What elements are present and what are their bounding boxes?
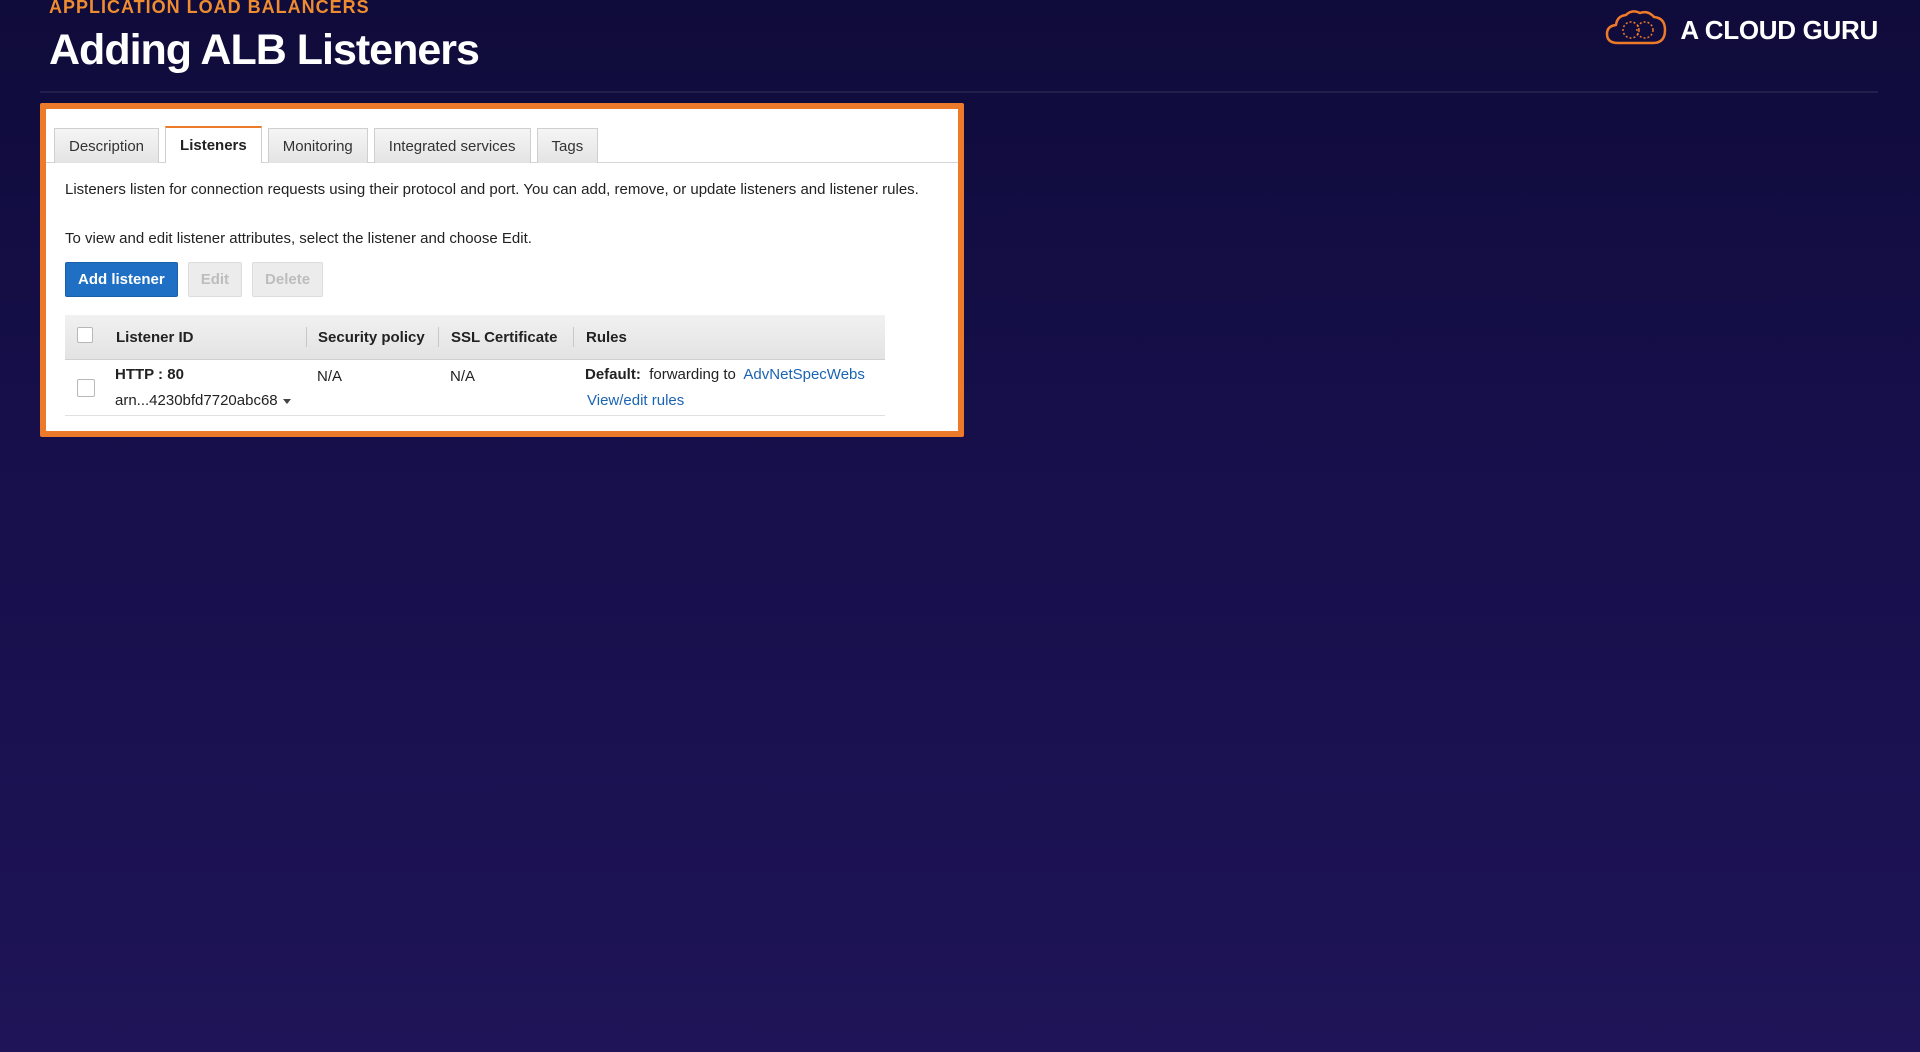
page-title: Adding ALB Listeners [49,26,480,74]
column-separator [306,327,307,347]
column-ssl-certificate[interactable]: SSL Certificate [451,315,557,359]
rules-default: Default: forwarding to AdvNetSpecWebs [585,366,865,383]
tab-listeners[interactable]: Listeners [165,126,262,163]
target-group-link[interactable]: AdvNetSpecWebs [743,366,864,383]
column-security-policy[interactable]: Security policy [318,315,425,359]
security-policy-value: N/A [317,368,343,385]
select-all-checkbox[interactable] [77,327,93,343]
listeners-instructions: To view and edit listener attributes, se… [65,230,532,247]
action-buttons: Add listener Edit Delete [65,262,324,297]
delete-button[interactable]: Delete [252,262,324,297]
eyebrow-label: APPLICATION LOAD BALANCERS [49,0,370,17]
add-listener-button[interactable]: Add listener [65,262,178,297]
column-rules[interactable]: Rules [586,315,627,359]
column-separator [438,327,439,347]
listeners-description: Listeners listen for connection requests… [65,181,919,198]
brand-logo: A CLOUD GURU [1604,8,1878,53]
listeners-table: Listener ID Security policy SSL Certific… [65,315,885,416]
tab-description[interactable]: Description [54,128,160,163]
rules-default-label: Default: [585,366,641,383]
tab-tags[interactable]: Tags [536,128,599,163]
caret-down-icon[interactable] [282,398,291,404]
column-listener-id[interactable]: Listener ID [116,315,194,359]
rules-forwarding-text: forwarding to [649,366,736,383]
header-divider [40,91,1878,93]
listener-arn[interactable]: arn...4230bfd7720abc68 [115,392,291,409]
tab-integrated-services[interactable]: Integrated services [373,128,531,163]
table-header: Listener ID Security policy SSL Certific… [65,315,885,360]
edit-button[interactable]: Edit [187,262,243,297]
tab-monitoring[interactable]: Monitoring [267,128,368,163]
listeners-panel: Description Listeners Monitoring Integra… [40,103,964,437]
view-edit-rules-link[interactable]: View/edit rules [587,392,684,409]
listener-arn-text: arn...4230bfd7720abc68 [115,392,278,409]
table-row: HTTP : 80 arn...4230bfd7720abc68 N/A N/A… [65,360,885,416]
listener-protocol: HTTP : 80 [115,366,184,383]
ssl-certificate-value: N/A [450,368,476,385]
tab-bar: Description Listeners Monitoring Integra… [54,126,599,163]
row-select-checkbox[interactable] [77,379,95,397]
brand-name: A CLOUD GURU [1680,14,1878,45]
cloud-icon [1604,8,1668,53]
column-separator [573,327,574,347]
